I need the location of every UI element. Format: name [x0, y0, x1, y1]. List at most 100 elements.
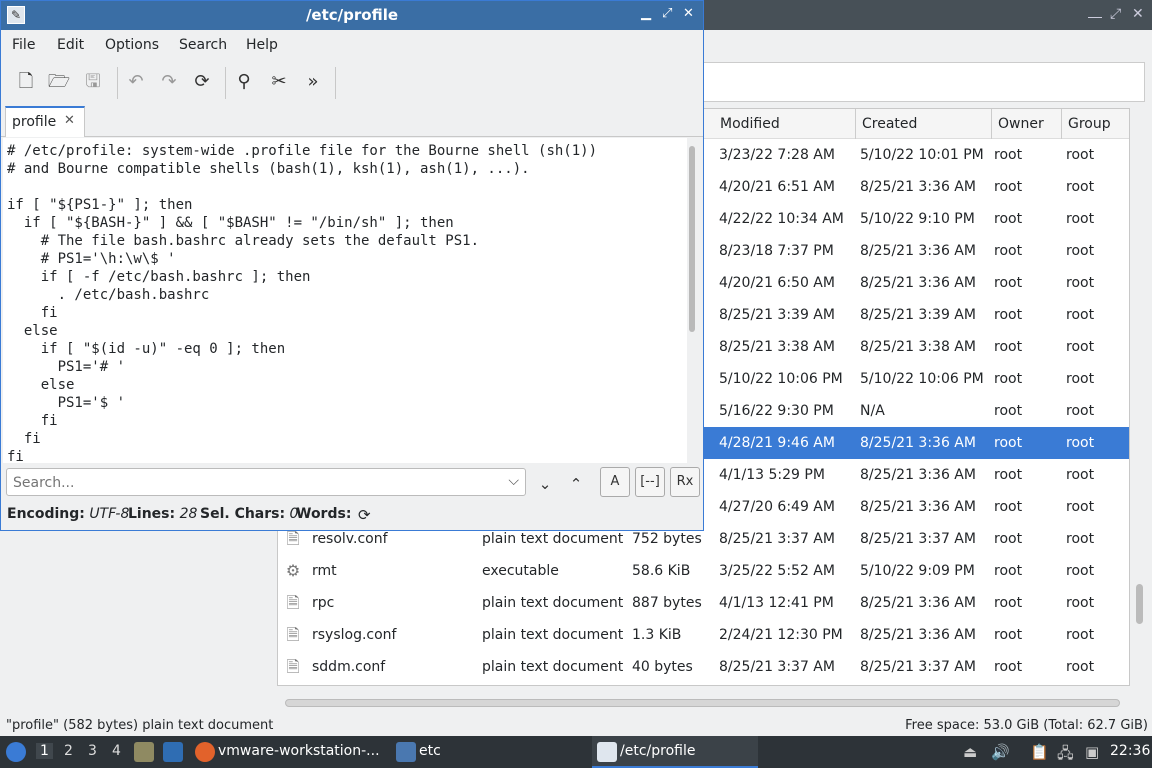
file-modified: 8/25/21 3:38 AM	[719, 339, 835, 355]
reload-icon[interactable]: ⟳	[189, 69, 215, 95]
open-folder-icon[interactable]: 🗁	[46, 69, 72, 95]
window-title: /etc/profile	[305, 6, 399, 24]
table-row[interactable]: 🗎 sddm.conf plain text document 40 bytes 8/2…	[278, 651, 1129, 683]
workspace-3[interactable]: 3	[88, 743, 97, 759]
find-previous-icon[interactable]: ⌃	[563, 471, 589, 497]
search-field[interactable]: ⌵	[6, 468, 526, 496]
close-icon[interactable]: ✕	[683, 6, 694, 21]
file-created: 8/25/21 3:37 AM	[860, 531, 976, 547]
workspace-1[interactable]: 1	[36, 743, 53, 759]
task-etc[interactable]: etc	[419, 743, 441, 759]
tab-close-icon[interactable]: ✕	[64, 113, 75, 128]
search-bar: ⌵ ⌄ ⌃ A [--] Rx	[1, 463, 703, 499]
location-bar[interactable]	[702, 62, 1145, 102]
file-group: root	[1066, 339, 1095, 355]
regex-button[interactable]: Rx	[670, 467, 700, 497]
file-owner: root	[994, 179, 1023, 195]
clock: 22:36	[1110, 743, 1151, 759]
table-row[interactable]: 🗎 rpc plain text document 887 bytes 4/1/13 1…	[278, 587, 1129, 619]
new-file-icon[interactable]: 🗋	[13, 69, 39, 95]
clipboard-icon[interactable]: 📋	[1030, 743, 1049, 761]
maximize-icon[interactable]: ⤢	[662, 6, 672, 21]
column-modified[interactable]: Modified	[714, 109, 856, 139]
task-firefox[interactable]: vmware-workstation-...	[218, 743, 380, 759]
lines-value: 28	[179, 506, 198, 522]
column-created[interactable]: Created	[856, 109, 992, 139]
search-input[interactable]	[13, 473, 493, 493]
file-created: N/A	[860, 403, 885, 419]
text-file-icon: 🗎	[286, 657, 300, 676]
file-type: executable	[482, 563, 559, 579]
file-created: 8/25/21 3:36 AM	[860, 275, 976, 291]
file-modified: 8/25/21 3:37 AM	[719, 659, 835, 675]
match-case-button[interactable]: A	[600, 467, 630, 497]
file-created: 5/10/22 9:09 PM	[860, 563, 975, 579]
text-editor-area[interactable]: # /etc/profile: system-wide .profile fil…	[3, 138, 687, 463]
workspace-2[interactable]: 2	[64, 743, 73, 759]
vertical-scrollbar[interactable]	[1136, 584, 1143, 624]
file-created: 5/10/22 9:10 PM	[860, 211, 975, 227]
tab-profile[interactable]: profile ✕	[5, 106, 85, 137]
redo-icon[interactable]: ↷	[156, 69, 182, 95]
menu-options[interactable]: Options	[105, 37, 159, 53]
file-manager-launcher-icon[interactable]	[134, 742, 154, 762]
menu-file[interactable]: File	[12, 37, 35, 53]
desktop-icon[interactable]	[163, 742, 183, 762]
file-type: plain text document	[482, 627, 624, 643]
start-menu-icon[interactable]	[6, 742, 26, 762]
editor-scrollbar[interactable]	[689, 146, 695, 332]
minimize-icon[interactable]: ▁	[641, 6, 651, 21]
replace-icon[interactable]: ✂	[266, 69, 292, 95]
workspace-4[interactable]: 4	[112, 743, 121, 759]
file-created: 8/25/21 3:36 AM	[860, 243, 976, 259]
file-owner: root	[994, 435, 1023, 451]
maximize-icon[interactable]: ⤢	[1110, 6, 1121, 22]
undo-icon[interactable]: ↶	[123, 69, 149, 95]
file-group: root	[1066, 435, 1095, 451]
file-content[interactable]: # /etc/profile: system-wide .profile fil…	[7, 142, 597, 463]
table-row[interactable]: 🗎 rsyslog.conf plain text document 1.3 KiB 2…	[278, 619, 1129, 651]
menu-edit[interactable]: Edit	[57, 37, 84, 53]
file-type: plain text document	[482, 595, 624, 611]
volume-icon[interactable]: 🔊	[991, 743, 1010, 761]
task-etc-profile[interactable]: /etc/profile	[620, 743, 695, 759]
tab-bar: profile ✕	[1, 105, 703, 137]
upload-icon[interactable]: ⏏	[963, 743, 977, 761]
file-group: root	[1066, 371, 1095, 387]
file-created: 5/10/22 10:01 PM	[860, 147, 984, 163]
firefox-icon[interactable]	[195, 742, 215, 762]
menu-help[interactable]: Help	[246, 37, 278, 53]
file-group: root	[1066, 403, 1095, 419]
file-created: 8/25/21 3:36 AM	[860, 499, 976, 515]
file-owner: root	[994, 307, 1023, 323]
taskbar: 1 2 3 4 vmware-workstation-... etc /etc/…	[0, 736, 1152, 768]
column-group[interactable]: Group	[1062, 109, 1129, 139]
file-modified: 3/23/22 7:28 AM	[719, 147, 835, 163]
find-icon[interactable]: ⚲	[231, 69, 257, 95]
close-icon[interactable]: ✕	[1132, 6, 1144, 22]
file-manager-statusbar: "profile" (582 bytes) plain text documen…	[0, 716, 1152, 736]
table-row[interactable]: ⚙ rmt executable 58.6 KiB 3/25/22 5:52 AM 5/1…	[278, 555, 1129, 587]
minimize-icon[interactable]: ⎼	[1088, 6, 1102, 22]
folder-icon[interactable]	[396, 742, 416, 762]
toolbar-separator	[225, 67, 226, 99]
file-owner: root	[994, 627, 1023, 643]
file-modified: 2/24/21 12:30 PM	[719, 627, 843, 643]
find-next-icon[interactable]: ⌄	[532, 471, 558, 497]
file-group: root	[1066, 627, 1095, 643]
network-icon[interactable]: 🖧	[1057, 743, 1074, 768]
horizontal-scrollbar[interactable]	[285, 699, 1120, 707]
whole-word-button[interactable]: [--]	[635, 467, 665, 497]
refresh-icon[interactable]: ⟳	[358, 506, 371, 524]
chevron-down-icon[interactable]: ⌵	[508, 473, 519, 489]
file-modified: 4/22/22 10:34 AM	[719, 211, 844, 227]
status-selection-info: "profile" (582 bytes) plain text documen…	[6, 718, 274, 733]
file-modified: 4/28/21 9:46 AM	[719, 435, 835, 451]
menu-search[interactable]: Search	[179, 37, 227, 53]
column-owner[interactable]: Owner	[992, 109, 1062, 139]
more-actions-icon[interactable]: »	[300, 69, 326, 95]
file-group: root	[1066, 307, 1095, 323]
screenshot-icon[interactable]: ▣	[1085, 743, 1099, 761]
file-modified: 4/1/13 5:29 PM	[719, 467, 825, 483]
save-icon[interactable]: 🖫	[80, 69, 106, 95]
